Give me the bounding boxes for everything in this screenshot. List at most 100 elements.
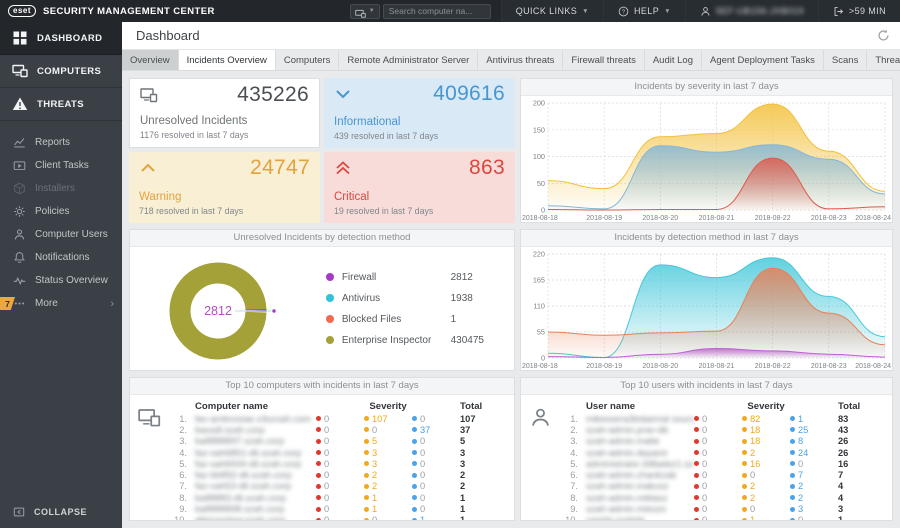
row-total: 1 (838, 515, 884, 520)
card-warning[interactable]: 24747 Warning 718 resolved in last 7 day… (129, 152, 320, 223)
area-chart-detection[interactable]: 0 55 110 165 220 2018-08-18 2018-08-19 2018-08-… (521, 247, 892, 370)
sidebar-item-policies[interactable]: Policies (0, 200, 122, 223)
tab-audit-log[interactable]: Audit Log (644, 50, 702, 70)
severity-cell: 2 (790, 493, 838, 503)
sidebar-item-label: Computer Users (35, 229, 108, 240)
legend-value: 1938 (450, 292, 473, 304)
legend-dot (325, 294, 334, 302)
sidebar-item-status-overview[interactable]: Status Overview (0, 269, 122, 292)
session-timer[interactable]: >59 MIN (817, 0, 900, 22)
table-row[interactable]: 10.alternazbrw.szah.corp0011 (168, 515, 506, 520)
notifications-icon (13, 251, 26, 264)
total-header: Total (838, 400, 861, 412)
row-index: 7. (570, 481, 578, 492)
computer-icon (354, 6, 366, 18)
tab-computers[interactable]: Computers (275, 50, 340, 70)
tab-incidents-overview[interactable]: Incidents Overview (178, 50, 276, 70)
severity-cell: 0 (316, 436, 364, 446)
card-label: Critical (334, 191, 370, 203)
table-row[interactable]: 7. szah-admin.makusz 0 2 2 4 (559, 481, 884, 492)
card-subtext: 718 resolved in last 7 days (139, 206, 244, 216)
severity-cell: 0 (316, 470, 364, 480)
sidebar-item-threats[interactable]: THREATS (0, 88, 122, 121)
legend-dot (325, 336, 334, 344)
legend-item[interactable]: Firewall 2812 (325, 267, 499, 288)
installers-icon (13, 182, 26, 195)
card-informational[interactable]: 409616 Informational 439 resolved in las… (324, 78, 515, 148)
tab-overview[interactable]: Overview (122, 50, 179, 70)
table-row[interactable]: 7. faz-vah53-dli.szah.corp 0 2 0 2 (168, 481, 506, 492)
table-row[interactable]: 3. ba8888897.szah.corp 0 5 0 5 (168, 436, 506, 447)
sidebar-item-client-tasks[interactable]: Client Tasks (0, 154, 122, 177)
severity-cell: 0 (694, 436, 742, 446)
help-menu[interactable]: ? HELP ▼ (603, 0, 685, 22)
svg-text:110: 110 (533, 302, 545, 311)
sidebar-item-installers[interactable]: Installers (0, 177, 122, 200)
tab-remote-administrator-server[interactable]: Remote Administrator Server (339, 50, 479, 70)
tab-firewall-threats[interactable]: Firewall threats (563, 50, 645, 70)
severity-cell: 24 (790, 448, 838, 458)
severity-cell: 3 (790, 504, 838, 514)
policies-icon (13, 205, 26, 218)
table-row[interactable]: 9. szah-admin.mieszo 0 0 3 3 (559, 503, 884, 514)
user-menu[interactable]: 5EF-UB156-JXB019 (684, 0, 818, 22)
svg-text:2018-08-20: 2018-08-20 (642, 215, 678, 222)
tab-agent-deployment-tasks[interactable]: Agent Deployment Tasks (702, 50, 824, 70)
panel-title: Top 10 users with incidents in last 7 da… (521, 378, 892, 395)
table-row[interactable]: 1. fav-ambrosiae.v3szxah.com 0 107 0 107 (168, 413, 506, 424)
table-row[interactable]: 8. ba88883.dli.szah.corp 0 1 0 1 (168, 492, 506, 503)
severity-cell: 0 (316, 459, 364, 469)
severity-cell: 0 (790, 459, 838, 469)
table-row[interactable]: 4. faz-sah6851-dli.szah.corp 0 3 0 3 (168, 447, 506, 458)
area-chart-severity[interactable]: 0 50 100 150 200 2018-08-18 2018-08-19 2018-08-… (521, 96, 892, 222)
legend-item[interactable]: Antivirus 1938 (325, 288, 499, 309)
legend-value: 2812 (450, 271, 473, 283)
legend-item[interactable]: Enterprise Inspector 430475 (325, 330, 499, 351)
table-row[interactable]: 4. szah-admin.depami 0 2 24 26 (559, 447, 884, 458)
svg-text:2018-08-24: 2018-08-24 (855, 215, 891, 222)
search-input[interactable] (382, 3, 491, 19)
help-label: HELP (634, 6, 660, 16)
tab-scans[interactable]: Scans (823, 50, 868, 70)
row-total: 1 (460, 504, 466, 515)
table-row[interactable]: 3. szah-admin.malte 0 18 8 26 (559, 436, 884, 447)
user-icon (521, 399, 559, 520)
card-unresolved-incidents[interactable]: 435226 Unresolved Incidents 1176 resolve… (129, 78, 320, 148)
table-row[interactable]: 10.camila.szalote0101 (559, 515, 884, 520)
table-row[interactable]: 6. szah-admin.chankzab 0 0 7 7 (559, 469, 884, 480)
sidebar-item-dashboard[interactable]: DASHBOARD (0, 22, 122, 55)
search-type-selector[interactable]: ▼ (349, 3, 380, 19)
tab-antivirus-threats[interactable]: Antivirus threats (478, 50, 564, 70)
refresh-icon[interactable] (877, 29, 890, 42)
svg-text:2018-08-21: 2018-08-21 (699, 363, 735, 370)
sidebar-item-computers[interactable]: COMPUTERS (0, 55, 122, 88)
card-label: Informational (334, 116, 401, 128)
panel-title: Incidents by detection method in last 7 … (521, 230, 892, 247)
card-critical[interactable]: 863 Critical 19 resolved in last 7 days (324, 152, 515, 223)
donut-chart[interactable]: 2812 (136, 247, 311, 370)
sidebar-item-computer-users[interactable]: Computer Users (0, 223, 122, 246)
table-row[interactable]: 2. szah-admin.prav-db 0 18 25 43 (559, 424, 884, 435)
table-row[interactable]: 5. faz-sah6934-dli.szah.corp 0 3 0 3 (168, 458, 506, 469)
session-label: >59 MIN (848, 6, 886, 16)
table-row[interactable]: 8. szah-admin.miklasz 0 2 2 4 (559, 492, 884, 503)
dashboard-tabs: Overview Incidents Overview Computers Remot… (122, 50, 900, 71)
tab-threats[interactable]: Threats (867, 50, 900, 70)
row-name: szah-admin.malte (586, 436, 660, 447)
table-row[interactable]: 5. administrator.3dlladez1.szer 0 16 0 16 (559, 458, 884, 469)
table-row[interactable]: 9. ba8888898.szah.corp 0 1 0 1 (168, 503, 506, 514)
quick-links-menu[interactable]: QUICK LINKS ▼ (500, 0, 603, 22)
table-row[interactable]: 1. mikessera3bdaemal source 0 82 1 83 (559, 413, 884, 424)
sidebar-item-more[interactable]: More › 7 (0, 292, 122, 315)
row-index: 3. (179, 436, 187, 447)
sidebar-item-notifications[interactable]: Notifications (0, 246, 122, 269)
table-row[interactable]: 2. baxsdl.szah.corp 0 0 37 37 (168, 424, 506, 435)
table-row[interactable]: 6. faz-bb892-dli.szah.corp 0 2 0 2 (168, 469, 506, 480)
sidebar-item-label: Installers (35, 183, 76, 194)
severity-cell: 0 (694, 459, 742, 469)
collapse-button[interactable]: COLLAPSE (13, 506, 87, 518)
legend-item[interactable]: Blocked Files 1 (325, 309, 499, 330)
sidebar-item-reports[interactable]: Reports (0, 131, 122, 154)
severity-cell: 18 (742, 425, 790, 435)
computer-icon (130, 399, 168, 520)
